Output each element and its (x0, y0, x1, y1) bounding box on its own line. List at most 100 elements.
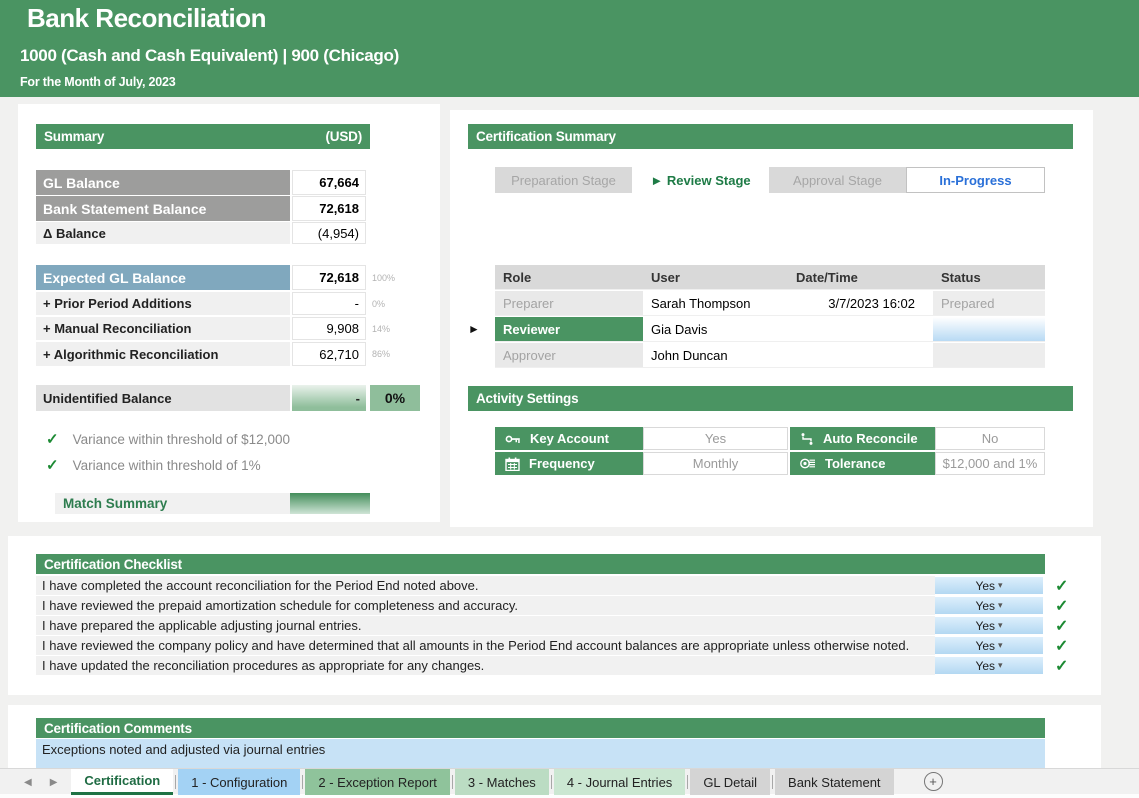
prior-period-row: + Prior Period Additions - 0% (36, 292, 410, 315)
approver-status-cell (933, 343, 1045, 368)
check-icon: ✓ (46, 430, 59, 448)
key-account-label: Key Account (530, 431, 609, 446)
checklist-answer-dropdown[interactable]: Yes ▾ (935, 597, 1043, 614)
manual-recon-label: + Manual Reconciliation (36, 317, 290, 340)
tab-gl-detail[interactable]: GL Detail (690, 769, 770, 795)
add-sheet-button[interactable]: + (924, 772, 943, 791)
manual-recon-value[interactable]: 9,908 (292, 317, 366, 340)
col-header-status: Status (933, 265, 1045, 290)
unidentified-balance-pct: 0% (370, 385, 420, 411)
unidentified-balance-label: Unidentified Balance (36, 385, 290, 411)
checklist-item-text: I have reviewed the company policy and h… (36, 636, 935, 655)
preparer-datetime-cell: 3/7/2023 16:02 (788, 291, 933, 316)
manual-recon-pct: 14% (366, 317, 410, 340)
sheet-nav-right-icon[interactable]: ▶ (50, 777, 58, 788)
comments-header: Certification Comments (36, 718, 1045, 738)
checklist-answer-value: Yes (975, 619, 995, 633)
certification-summary-title: Certification Summary (476, 129, 616, 144)
gl-balance-value[interactable]: 67,664 (292, 170, 366, 195)
stage-preparation[interactable]: Preparation Stage (495, 167, 632, 193)
period-label: For the Month of July, 2023 (20, 75, 176, 89)
workflow-stage-strip: Preparation Stage ► Review Stage Approva… (495, 167, 1045, 193)
auto-reconcile-label: Auto Reconcile (823, 431, 918, 446)
frequency-value[interactable]: Monthly (643, 452, 788, 475)
certification-summary-header: Certification Summary (468, 124, 1073, 149)
prior-period-value[interactable]: - (292, 292, 366, 315)
stage-approval[interactable]: Approval Stage (769, 167, 906, 193)
comments-title: Certification Comments (44, 721, 192, 736)
tolerance-value[interactable]: $12,000 and 1% (935, 452, 1045, 475)
checklist-answer-dropdown[interactable]: Yes ▾ (935, 657, 1043, 674)
sheet-tab-bar: ◀ ▶ Certification 1 - Configuration 2 - … (0, 768, 1139, 798)
key-account-value[interactable]: Yes (643, 427, 788, 450)
summary-title: Summary (44, 129, 104, 144)
check-icon: ✓ (1055, 616, 1068, 636)
bank-balance-value[interactable]: 72,618 (292, 196, 366, 221)
check-icon: ✓ (1055, 656, 1068, 676)
activity-settings-header: Activity Settings (468, 386, 1073, 411)
prior-period-label: + Prior Period Additions (36, 292, 290, 315)
account-entity-subtitle: 1000 (Cash and Cash Equivalent) | 900 (C… (20, 46, 399, 66)
approver-user-cell[interactable]: John Duncan (643, 343, 788, 368)
stage-review-active[interactable]: ► Review Stage (632, 167, 769, 193)
reviewer-datetime-cell (788, 317, 933, 342)
comments-input[interactable]: Exceptions noted and adjusted via journa… (36, 739, 1045, 768)
expected-gl-label: Expected GL Balance (36, 265, 290, 290)
tab-bank-statement[interactable]: Bank Statement (775, 769, 894, 795)
checklist-title: Certification Checklist (44, 557, 182, 572)
checklist-answer-dropdown[interactable]: Yes ▾ (935, 617, 1043, 634)
auto-reconcile-value[interactable]: No (935, 427, 1045, 450)
checklist-row-4: I have reviewed the company policy and h… (36, 636, 1068, 655)
unidentified-balance-row: Unidentified Balance - 0% (36, 385, 420, 411)
approver-role-cell: Approver (495, 343, 643, 368)
tab-certification[interactable]: Certification (71, 769, 173, 795)
check-icon: ✓ (46, 456, 59, 474)
tab-exception-report[interactable]: 2 - Exception Report (305, 769, 450, 795)
certification-comments-panel: Certification Comments Exceptions noted … (8, 705, 1101, 768)
checklist-item-text: I have reviewed the prepaid amortization… (36, 596, 935, 615)
chevron-down-icon: ▾ (998, 600, 1003, 611)
key-account-setting: Key Account (495, 427, 643, 450)
sheet-nav-left-icon[interactable]: ◀ (24, 777, 32, 788)
signoff-table-header: Role User Date/Time Status (495, 265, 1045, 290)
preparer-user-cell[interactable]: Sarah Thompson (643, 291, 788, 316)
variance-check-percent: ✓ Variance within threshold of 1% (46, 456, 261, 474)
tab-separator (551, 775, 552, 789)
chevron-down-icon: ▾ (998, 660, 1003, 671)
bank-balance-row: Bank Statement Balance 72,618 (36, 196, 366, 221)
algorithmic-recon-value[interactable]: 62,710 (292, 342, 366, 366)
preparer-role-cell: Preparer (495, 291, 643, 316)
delta-balance-value[interactable]: (4,954) (292, 222, 366, 244)
gl-balance-row: GL Balance 67,664 (36, 170, 366, 195)
preparer-status-cell: Prepared (933, 291, 1045, 316)
algorithmic-recon-pct: 86% (366, 342, 410, 366)
approver-datetime-cell (788, 343, 933, 368)
algorithmic-recon-label: + Algorithmic Reconciliation (36, 342, 290, 366)
checklist-item-text: I have completed the account reconciliat… (36, 576, 935, 595)
checklist-answer-dropdown[interactable]: Yes ▾ (935, 577, 1043, 594)
frequency-label: Frequency (529, 456, 595, 471)
certification-checklist-panel: Certification Checklist I have completed… (8, 536, 1101, 695)
sheet-nav: ◀ ▶ (0, 769, 71, 795)
reviewer-user-cell[interactable]: Gia Davis (643, 317, 788, 342)
checklist-row-1: I have completed the account reconciliat… (36, 576, 1068, 595)
chevron-down-icon: ▾ (998, 640, 1003, 651)
certification-panel: Certification Summary Preparation Stage … (450, 110, 1093, 527)
reviewer-status-cell[interactable] (933, 317, 1045, 342)
col-header-datetime: Date/Time (788, 265, 933, 290)
tab-configuration[interactable]: 1 - Configuration (178, 769, 300, 795)
expected-gl-value[interactable]: 72,618 (292, 265, 366, 290)
tab-journal-entries[interactable]: 4 - Journal Entries (554, 769, 686, 795)
variance-check-amount-text: Variance within threshold of $12,000 (73, 432, 290, 447)
checklist-row-5: I have updated the reconciliation proced… (36, 656, 1068, 675)
checklist-answer-dropdown[interactable]: Yes ▾ (935, 637, 1043, 654)
prior-period-pct: 0% (366, 292, 410, 315)
tab-matches[interactable]: 3 - Matches (455, 769, 549, 795)
match-summary-label: Match Summary (55, 496, 167, 511)
gl-balance-label: GL Balance (36, 170, 290, 195)
tab-separator (687, 775, 688, 789)
signoff-table: Role User Date/Time Status Preparer Sara… (495, 265, 1045, 369)
unidentified-balance-value: - (292, 385, 366, 411)
checklist-item-text: I have prepared the applicable adjusting… (36, 616, 935, 635)
stage-status-in-progress: In-Progress (906, 167, 1045, 193)
